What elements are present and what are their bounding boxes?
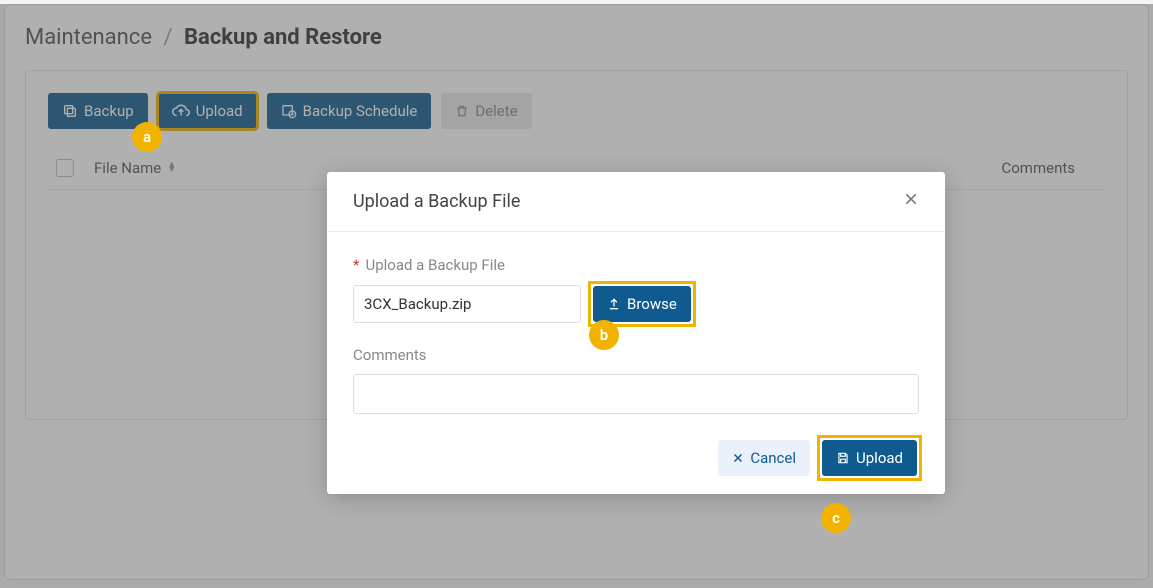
file-label-text: Upload a Backup File (365, 256, 504, 274)
annotation-b: b (589, 320, 619, 350)
file-field-wrap (353, 285, 581, 323)
browse-highlight: Browse (591, 284, 693, 324)
file-label: * Upload a Backup File (353, 256, 919, 274)
upload-highlight: Upload (820, 438, 919, 478)
close-icon (903, 191, 919, 207)
cancel-x-icon (732, 452, 744, 464)
modal-upload-button[interactable]: Upload (822, 440, 917, 476)
modal-upload-label: Upload (856, 449, 903, 467)
cancel-label: Cancel (750, 449, 796, 467)
filename-input[interactable] (353, 285, 581, 323)
browse-label: Browse (627, 295, 677, 313)
file-row: Browse (353, 284, 919, 324)
annotation-c: c (821, 503, 851, 533)
save-icon (836, 451, 850, 465)
cancel-button[interactable]: Cancel (718, 440, 810, 476)
upload-arrow-icon (607, 297, 621, 311)
modal-body: * Upload a Backup File Browse Comments (327, 232, 945, 424)
comments-label-text: Comments (353, 346, 427, 364)
upload-modal: Upload a Backup File * Upload a Backup F… (327, 172, 945, 494)
browse-button[interactable]: Browse (593, 286, 691, 322)
modal-header: Upload a Backup File (327, 172, 945, 232)
comments-label: Comments (353, 346, 919, 364)
modal-footer: Cancel Upload (327, 424, 945, 494)
close-button[interactable] (903, 190, 919, 213)
modal-title: Upload a Backup File (353, 191, 520, 212)
required-marker: * (353, 256, 359, 274)
annotation-a: a (132, 122, 162, 152)
comments-input[interactable] (353, 374, 919, 414)
